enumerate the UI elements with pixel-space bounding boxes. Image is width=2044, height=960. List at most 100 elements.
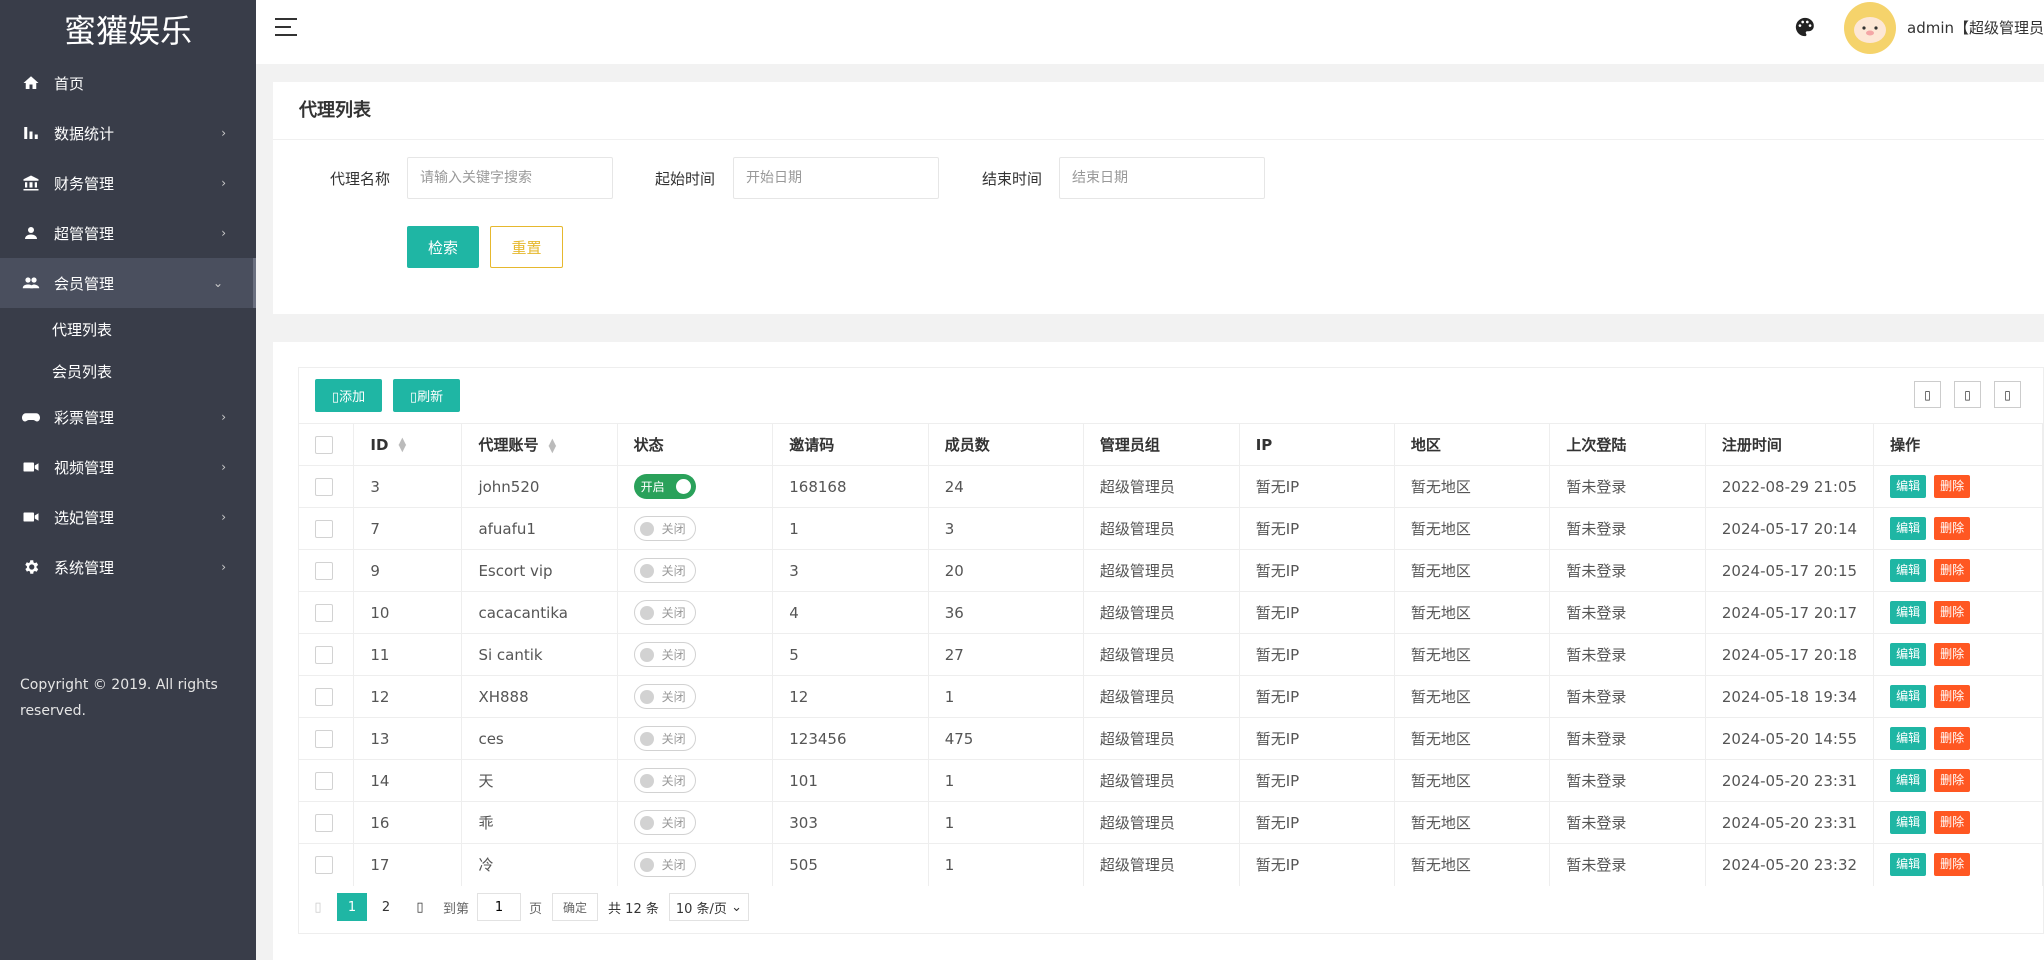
- print-icon[interactable]: ▯: [1994, 381, 2021, 408]
- column-header[interactable]: 代理账号 ▲ ▼: [461, 423, 618, 466]
- status-cell: 关闭: [617, 759, 774, 802]
- cell-last-login: 暂未登录: [1549, 633, 1706, 676]
- sidebar-item[interactable]: 彩票管理 ›: [0, 392, 256, 442]
- column-header[interactable]: ID ▲ ▼: [353, 423, 463, 466]
- row-checkbox[interactable]: [315, 519, 333, 538]
- sidebar-item[interactable]: 财务管理 ›: [0, 158, 256, 208]
- delete-button[interactable]: 删除: [1934, 601, 1971, 624]
- sidebar-subitem[interactable]: 代理列表: [0, 308, 256, 350]
- edit-button[interactable]: 编辑: [1890, 475, 1927, 498]
- status-toggle[interactable]: 关闭: [633, 810, 696, 835]
- sort-icon[interactable]: ▲ ▼: [548, 437, 556, 454]
- cell-region: 暂无地区: [1394, 801, 1551, 844]
- status-toggle[interactable]: 关闭: [633, 684, 696, 709]
- columns-filter-icon[interactable]: ▯: [1914, 381, 1941, 408]
- end-date-input[interactable]: [1059, 157, 1265, 199]
- edit-button[interactable]: 编辑: [1890, 769, 1927, 792]
- add-button[interactable]: ▯添加: [315, 379, 382, 412]
- status-toggle-label: 关闭: [661, 858, 686, 873]
- sidebar-item[interactable]: 会员管理 ⌄: [0, 258, 256, 308]
- row-checkbox[interactable]: [315, 856, 333, 874]
- row-checkbox[interactable]: [315, 561, 333, 580]
- bank-icon: [20, 172, 42, 194]
- reset-button[interactable]: 重置: [490, 226, 563, 268]
- refresh-button[interactable]: ▯刷新: [393, 379, 460, 412]
- sidebar-subitem[interactable]: 会员列表: [0, 350, 256, 392]
- table-body: 3 john520 开启 168168 24 超级管理员 暂无IP 暂无地区 暂未登录 2022-…: [299, 465, 2043, 886]
- sort-icon[interactable]: ▲ ▼: [398, 437, 406, 454]
- sidebar-item[interactable]: 系统管理 ›: [0, 542, 256, 592]
- start-date-input[interactable]: [733, 157, 939, 199]
- search-button[interactable]: 检索: [407, 226, 479, 268]
- user-name[interactable]: admin【超级管理员】: [1907, 17, 2044, 38]
- chevron-down-icon: ⌄: [212, 276, 223, 290]
- status-cell: 关闭: [617, 507, 774, 550]
- status-toggle[interactable]: 关闭: [633, 768, 696, 793]
- delete-button[interactable]: 删除: [1934, 853, 1971, 877]
- actions-cell: 编辑 删除: [1873, 675, 2043, 718]
- cell-group: 超级管理员: [1083, 843, 1240, 886]
- palette-icon[interactable]: [1794, 16, 1816, 38]
- goto-confirm-button[interactable]: 确定: [552, 893, 599, 921]
- status-toggle[interactable]: 关闭: [633, 642, 696, 667]
- edit-button[interactable]: 编辑: [1890, 853, 1927, 877]
- row-checkbox[interactable]: [315, 645, 333, 664]
- per-page-select[interactable]: 10 条/页 ⌄: [668, 893, 749, 921]
- status-toggle[interactable]: 关闭: [633, 852, 696, 878]
- sidebar-item[interactable]: 首页: [0, 58, 256, 108]
- column-header: 成员数: [928, 423, 1084, 466]
- delete-button[interactable]: 删除: [1934, 727, 1971, 750]
- delete-button[interactable]: 删除: [1934, 475, 1971, 498]
- row-checkbox[interactable]: [315, 813, 333, 832]
- status-toggle[interactable]: 关闭: [633, 600, 696, 625]
- status-toggle[interactable]: 开启: [633, 474, 696, 499]
- status-toggle[interactable]: 关闭: [633, 516, 696, 541]
- prev-page-icon[interactable]: ▯: [303, 893, 333, 921]
- sidebar-item-label: 系统管理: [54, 558, 115, 577]
- toggle-knob: [639, 648, 654, 662]
- actions-cell: 编辑 删除: [1873, 507, 2043, 550]
- menu-toggle-icon[interactable]: [275, 18, 299, 38]
- delete-button[interactable]: 删除: [1934, 643, 1971, 666]
- edit-button[interactable]: 编辑: [1890, 685, 1927, 708]
- delete-button[interactable]: 删除: [1934, 769, 1971, 792]
- sidebar-item[interactable]: 超管管理 ›: [0, 208, 256, 258]
- agent-name-input[interactable]: [407, 157, 613, 199]
- cell-last-login: 暂未登录: [1549, 507, 1706, 550]
- row-select-cell: [299, 465, 355, 508]
- status-toggle[interactable]: 关闭: [633, 558, 696, 583]
- sidebar-item[interactable]: 视频管理 ›: [0, 442, 256, 492]
- cell-reg-time: 2024-05-17 20:17: [1705, 591, 1875, 634]
- status-toggle-label: 关闭: [661, 564, 686, 578]
- delete-button[interactable]: 删除: [1934, 685, 1971, 708]
- table-row: 7 afuafu1 关闭 1 3 超级管理员 暂无IP 暂无地区 暂未登录 2024-05-17 …: [299, 507, 2043, 550]
- pagination: ▯ 12 ▯ 到第 页 确定 共 12 条 10 条/页 ⌄: [299, 892, 749, 922]
- edit-button[interactable]: 编辑: [1890, 601, 1927, 624]
- status-toggle[interactable]: 关闭: [633, 726, 696, 751]
- delete-button[interactable]: 删除: [1934, 559, 1971, 582]
- select-all-checkbox[interactable]: [315, 435, 333, 454]
- export-icon[interactable]: ▯: [1954, 381, 1981, 408]
- goto-page-input[interactable]: [477, 893, 522, 921]
- edit-button[interactable]: 编辑: [1890, 517, 1927, 540]
- status-cell: 关闭: [617, 717, 774, 760]
- row-checkbox[interactable]: [315, 603, 333, 622]
- table-row: 10 cacacantika 关闭 4 36 超级管理员 暂无IP 暂无地区 暂未登录 2024-…: [299, 591, 2043, 634]
- next-page-icon[interactable]: ▯: [405, 893, 435, 921]
- sidebar-item[interactable]: 选妃管理 ›: [0, 492, 256, 542]
- avatar[interactable]: [1844, 2, 1896, 54]
- delete-button[interactable]: 删除: [1934, 811, 1971, 834]
- edit-button[interactable]: 编辑: [1890, 643, 1927, 666]
- actions-cell: 编辑 删除: [1873, 591, 2043, 634]
- row-checkbox[interactable]: [315, 729, 333, 748]
- edit-button[interactable]: 编辑: [1890, 811, 1927, 834]
- edit-button[interactable]: 编辑: [1890, 727, 1927, 750]
- delete-button[interactable]: 删除: [1934, 517, 1971, 540]
- page-number[interactable]: 1: [337, 893, 367, 921]
- page-number[interactable]: 2: [371, 893, 401, 921]
- row-checkbox[interactable]: [315, 477, 333, 496]
- row-checkbox[interactable]: [315, 687, 333, 706]
- row-checkbox[interactable]: [315, 771, 333, 790]
- edit-button[interactable]: 编辑: [1890, 559, 1927, 582]
- sidebar-item[interactable]: 数据统计 ›: [0, 108, 256, 158]
